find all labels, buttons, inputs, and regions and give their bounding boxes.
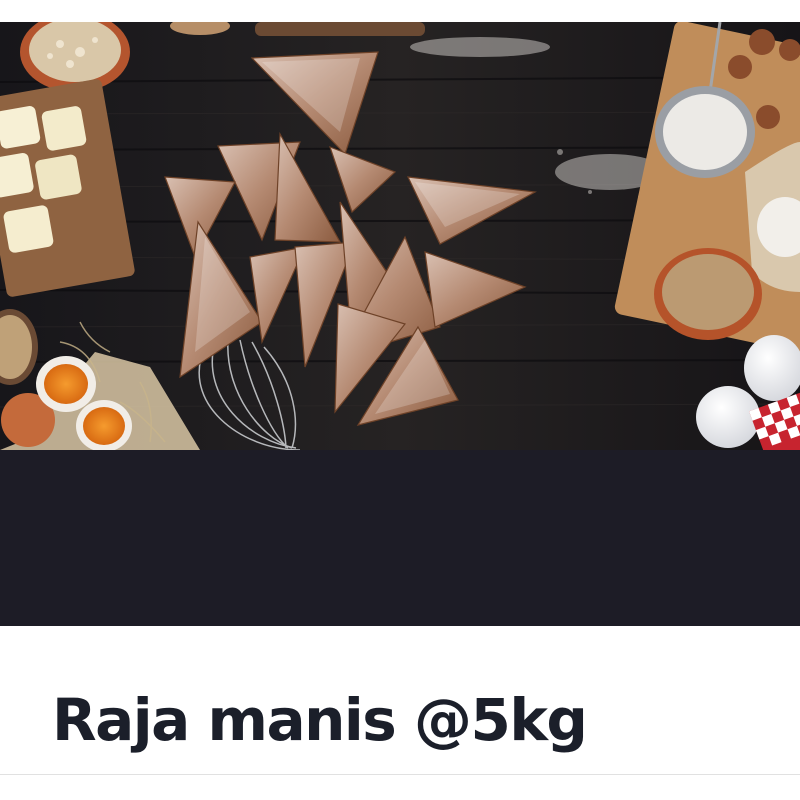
product-title: Raja manis @5kg [52, 686, 588, 754]
divider [0, 774, 800, 775]
product-photo[interactable] [0, 22, 800, 450]
product-info: Raja manis @5kg [0, 626, 800, 774]
image-dark-band [0, 450, 800, 626]
